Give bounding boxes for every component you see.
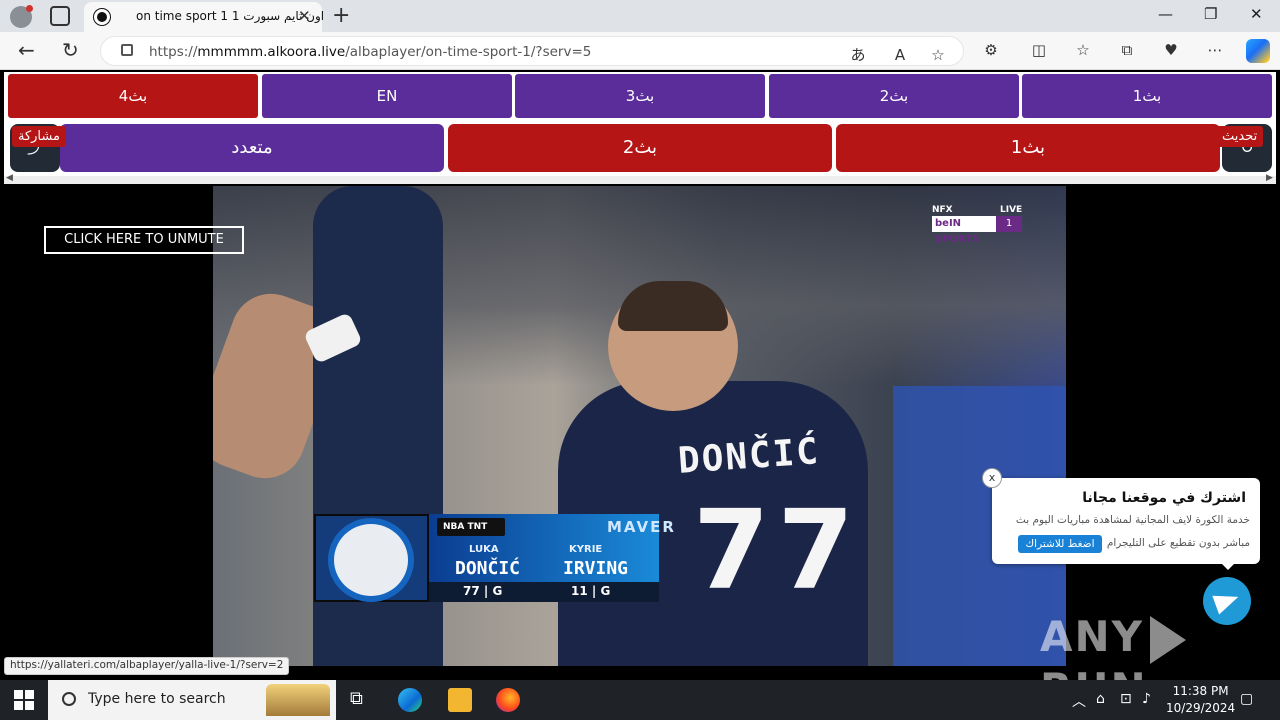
search-highlight-icon	[266, 684, 330, 716]
team-logo-disk	[328, 518, 414, 602]
subscribe-popup: x اشترك في موقعنا مجانا خدمة الكورة لايف…	[982, 468, 1260, 570]
popup-tail	[1220, 562, 1236, 570]
server-selector: بث4 EN بث3 بث2 بث1 ⤴ متعدد بث2 بث1 ↻ مشا…	[4, 72, 1276, 182]
clock-date: 10/29/2024	[1166, 701, 1236, 715]
channel-logo: NFX LIVE beIN SPORTS 1	[932, 205, 1024, 245]
video-frame[interactable]: DONČIĆ 77 NFX LIVE beIN SPORTS 1 NBA TNT…	[213, 186, 1066, 666]
clock-time: 11:38 PM	[1172, 684, 1229, 698]
split-screen-icon[interactable]: ◫	[1030, 41, 1048, 59]
league-badge: NBA TNT	[437, 518, 505, 536]
url-text[interactable]: https://mmmmm.alkoora.live/albaplayer/on…	[149, 44, 591, 60]
address-bar[interactable]: https://mmmmm.alkoora.live/albaplayer/on…	[100, 36, 964, 66]
system-clock[interactable]: 11:38 PM 10/29/2024	[1166, 683, 1235, 717]
more-menu-icon[interactable]: ⋯	[1206, 41, 1224, 59]
windows-taskbar: Type here to search ⧉ ︿ ⌂ ⊡ ♪ 11:38 PM 1…	[0, 680, 1280, 720]
scroll-right-icon[interactable]: ▶	[1266, 173, 1273, 183]
performance-icon[interactable]: ♥	[1162, 41, 1180, 59]
task-view-icon[interactable]: ⧉	[350, 688, 374, 712]
live-label: LIVE	[1000, 205, 1023, 215]
edge-icon[interactable]	[398, 688, 422, 712]
firefox-icon[interactable]	[496, 688, 520, 712]
bein-logo: beIN SPORTS	[932, 216, 996, 245]
unmute-button[interactable]: CLICK HERE TO UNMUTE	[44, 226, 244, 254]
notifications-icon[interactable]: ▢	[1240, 691, 1253, 707]
player2-stat: 11 | G	[571, 584, 611, 598]
extensions-icon[interactable]: ⚙	[982, 41, 1000, 59]
minimize-button[interactable]: —	[1158, 5, 1173, 23]
close-window-button[interactable]: ✕	[1250, 5, 1263, 23]
page: بث4 EN بث3 بث2 بث1 ⤴ متعدد بث2 بث1 ↻ مشا…	[0, 70, 1280, 682]
player2-last: IRVING	[563, 558, 629, 579]
server-button-1[interactable]: بث4	[8, 74, 258, 118]
tab-actions-icon[interactable]	[50, 6, 70, 26]
team-name: MAVER	[607, 518, 676, 536]
translate-icon[interactable]: あ	[849, 46, 867, 64]
server-button-multi[interactable]: متعدد	[60, 124, 444, 172]
share-badge[interactable]: مشاركة	[12, 126, 66, 147]
telegram-icon	[1212, 587, 1242, 615]
tab-close-icon[interactable]: ✕	[298, 7, 311, 25]
soccer-ball-icon	[94, 9, 110, 25]
tab-title: on time sport 1 اون تايم سبورت 1	[136, 9, 325, 23]
popup-description-2: مباشر بدون تقطيع على التليجرام	[1106, 537, 1250, 549]
refresh-badge[interactable]: تحديث	[1216, 126, 1264, 147]
collections-icon[interactable]: ⧉	[1118, 41, 1136, 59]
search-placeholder[interactable]: Type here to search	[88, 691, 226, 707]
player1-last: DONČIĆ	[455, 558, 521, 579]
windows-start-icon[interactable]	[14, 690, 34, 710]
mavericks-logo	[314, 514, 429, 602]
horizontal-scrollbar[interactable]: ◀ ▶	[4, 173, 1276, 184]
lock-icon[interactable]	[121, 44, 133, 56]
browser-tab-active[interactable]: on time sport 1 اون تايم سبورت 1 ✕	[84, 2, 325, 32]
browser-tab-strip: on time sport 1 اون تايم سبورت 1 ✕ + — ❐…	[0, 0, 1280, 32]
network-icon[interactable]: ⌂	[1096, 691, 1105, 707]
copilot-icon[interactable]	[1246, 39, 1270, 63]
search-icon	[62, 692, 76, 706]
subscribe-button[interactable]: اضغط للاشتراك	[1018, 535, 1102, 553]
scroll-left-icon[interactable]: ◀	[6, 173, 13, 183]
file-explorer-icon[interactable]	[448, 688, 472, 712]
player-hair	[618, 281, 728, 331]
taskbar-search[interactable]: Type here to search	[48, 680, 336, 720]
favorite-star-icon[interactable]: ☆	[929, 46, 947, 64]
player1-first: LUKA	[469, 544, 499, 555]
volume-icon[interactable]: ♪	[1142, 691, 1151, 707]
popup-description: خدمة الكورة لايف المجانية لمشاهدة مباريا…	[1015, 514, 1250, 526]
server-button-b2[interactable]: بث2	[448, 124, 832, 172]
jersey-number: 77	[693, 486, 863, 614]
popup-close-button[interactable]: x	[982, 468, 1002, 488]
browser-toolbar: ← ↻ https://mmmmm.alkoora.live/albaplaye…	[0, 32, 1280, 70]
favorites-icon[interactable]: ☆	[1074, 41, 1092, 59]
player-graphic: NBA TNT MAVER LUKA DONČIĆ KYRIE IRVING 7…	[429, 514, 674, 602]
server-button-b1[interactable]: بث1	[836, 124, 1220, 172]
profile-icon[interactable]	[10, 5, 33, 28]
read-aloud-icon[interactable]: A	[891, 46, 909, 64]
play-icon	[1150, 615, 1187, 664]
server-button-5[interactable]: بث1	[1022, 74, 1272, 118]
restore-button[interactable]: ❐	[1204, 5, 1217, 23]
status-link-preview: https://yallateri.com/albaplayer/yalla-l…	[4, 657, 290, 675]
video-player[interactable]: DONČIĆ 77 NFX LIVE beIN SPORTS 1 NBA TNT…	[4, 186, 1276, 682]
show-hidden-icons[interactable]: ︿	[1072, 691, 1086, 711]
popup-title: اشترك في موقعنا مجانا	[1082, 490, 1246, 506]
server-button-4[interactable]: بث2	[769, 74, 1019, 118]
server-button-3[interactable]: بث3	[515, 74, 765, 118]
server-button-2[interactable]: EN	[262, 74, 512, 118]
new-tab-button[interactable]: +	[332, 3, 350, 28]
channel-number: 1	[996, 216, 1022, 232]
wifi-icon[interactable]: ⊡	[1120, 691, 1132, 707]
back-arrow-icon[interactable]: ←	[18, 38, 35, 62]
player2-first: KYRIE	[569, 544, 603, 555]
broadcast-lower-third: NBA TNT MAVER LUKA DONČIĆ KYRIE IRVING 7…	[314, 514, 674, 602]
reload-icon[interactable]: ↻	[62, 38, 79, 62]
nfx-label: NFX	[932, 205, 953, 215]
player1-stat: 77 | G	[463, 584, 503, 598]
